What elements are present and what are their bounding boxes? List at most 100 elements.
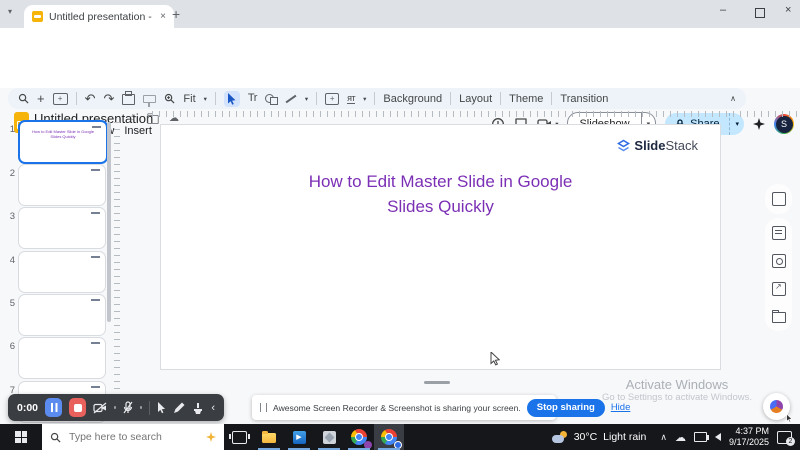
divider [215, 92, 216, 105]
slide-number: 1 [5, 124, 15, 135]
slide-thumbnail-6[interactable] [18, 337, 106, 379]
folder-icon[interactable] [772, 312, 786, 323]
layout-button[interactable]: Layout [459, 93, 492, 105]
placeholder-caret-icon[interactable]: ▾ [363, 95, 366, 103]
mic-options-dot[interactable] [140, 406, 142, 409]
menu-insert[interactable]: Insert [124, 125, 152, 137]
divider [149, 401, 150, 415]
speaker-notes-handle[interactable] [424, 381, 450, 384]
hide-link[interactable]: Hide [611, 402, 631, 413]
calendar-icon[interactable] [772, 192, 786, 206]
sharing-message: Awesome Screen Recorder & Screenshot is … [273, 403, 521, 413]
settings-icon[interactable] [772, 254, 786, 268]
weather-temp: 30°C [574, 431, 597, 443]
new-tab-button[interactable]: + [172, 6, 180, 22]
screen: ▾ Untitled presentation - Google × + – ×… [0, 0, 800, 450]
search-highlights-sparkle-icon [206, 432, 216, 442]
window-minimize-button[interactable]: – [720, 4, 726, 16]
tab-search-caret-icon[interactable]: ▾ [8, 7, 12, 16]
redo-icon[interactable]: ↷ [104, 92, 115, 105]
movies-tv-button[interactable]: ▶ [284, 424, 314, 450]
taskbar-clock[interactable]: 4:37 PM 9/17/2025 [729, 426, 769, 448]
onedrive-cloud-icon[interactable]: ☁ [675, 431, 686, 444]
chrome-active-button[interactable] [374, 424, 404, 450]
side-panel-group [765, 218, 792, 331]
cursor-tool-icon[interactable] [157, 402, 166, 414]
side-panel-top [765, 184, 792, 214]
photos-app-icon [323, 431, 336, 444]
slide-number: 3 [5, 211, 15, 222]
star-document-icon[interactable]: ☆ [128, 113, 137, 124]
theme-button[interactable]: Theme [509, 93, 543, 105]
slide-thumbnail-5[interactable] [18, 294, 106, 336]
contacts-icon[interactable] [772, 226, 786, 240]
select-tool-icon[interactable] [224, 91, 240, 107]
divider [316, 92, 317, 105]
tab-close-icon[interactable]: × [160, 11, 166, 22]
collapse-recorder-icon[interactable]: ‹ [211, 402, 215, 414]
action-center-icon[interactable]: 2 [777, 431, 792, 444]
slides-toolbar: + + ↶ ↷ Fit ▾ Tr ▾ + ят ▾ Background Lay… [8, 88, 746, 109]
shapes-icon[interactable] [265, 94, 277, 104]
zoom-fit-select[interactable]: Fit [183, 93, 195, 105]
slide-canvas[interactable]: SlideStack How to Edit Master Slide in G… [160, 124, 721, 370]
taskbar-weather[interactable]: 30°C Light rain [546, 424, 653, 450]
slide-thumbnail-2[interactable] [18, 164, 106, 206]
search-input[interactable] [67, 430, 176, 444]
windows-logo-icon [15, 431, 27, 443]
slide-title-text[interactable]: How to Edit Master Slide in Google Slide… [161, 169, 720, 219]
zoom-icon[interactable] [164, 93, 175, 104]
sharing-pause-icon[interactable] [260, 403, 267, 412]
activate-windows-watermark: Activate Windows Go to Settings to activ… [602, 377, 752, 403]
window-close-button[interactable]: × [785, 4, 791, 16]
line-caret-icon[interactable]: ▾ [305, 95, 308, 103]
movies-tv-icon: ▶ [293, 431, 306, 444]
insert-placeholder-icon[interactable]: ят [347, 94, 355, 104]
notification-count-badge: 2 [786, 437, 795, 446]
search-menus-icon[interactable] [18, 93, 29, 104]
file-explorer-button[interactable] [254, 424, 284, 450]
slide-number: 5 [5, 298, 15, 309]
volume-icon[interactable] [715, 433, 721, 441]
camera-off-icon[interactable] [93, 402, 107, 414]
slide-thumbnail-1[interactable]: How to Edit Master Slide in GoogleSlides… [18, 120, 108, 164]
chrome-button[interactable] [344, 424, 374, 450]
export-icon[interactable] [772, 282, 786, 296]
weather-icon [552, 432, 568, 443]
divider [500, 92, 501, 105]
stop-sharing-button[interactable]: Stop sharing [527, 399, 605, 417]
stop-recording-button[interactable] [69, 398, 86, 417]
account-avatar[interactable]: S [774, 114, 794, 134]
tray-expand-icon[interactable]: ∧ [660, 432, 667, 443]
browser-tab[interactable]: Untitled presentation - Google × [24, 5, 174, 28]
fit-caret-icon[interactable]: ▾ [204, 95, 207, 103]
photos-app-button[interactable] [314, 424, 344, 450]
line-tool-icon[interactable] [285, 94, 296, 103]
pause-recording-button[interactable] [45, 398, 62, 417]
filmstrip-scrollbar[interactable] [107, 122, 111, 322]
insert-image-icon[interactable]: + [325, 93, 339, 105]
undo-icon[interactable]: ↶ [85, 92, 96, 105]
file-explorer-icon [262, 433, 276, 443]
divider [551, 92, 552, 105]
mic-off-icon[interactable] [123, 401, 133, 414]
thumb-logo-mark [91, 299, 100, 301]
new-slide-icon[interactable]: + [53, 93, 68, 105]
text-box-icon[interactable]: Tr [248, 93, 257, 104]
camera-options-dot[interactable] [114, 406, 116, 409]
taskbar-search[interactable] [42, 424, 224, 450]
thumb-logo-mark [91, 342, 100, 344]
window-maximize-button[interactable] [755, 8, 765, 18]
task-view-button[interactable] [224, 424, 254, 450]
background-button[interactable]: Background [383, 93, 442, 105]
toolbar-collapse-icon[interactable]: ∧ [730, 94, 736, 103]
pen-tool-icon[interactable] [173, 402, 185, 414]
quick-add-icon[interactable]: + [37, 92, 45, 105]
gemini-sparkle-icon[interactable] [753, 118, 765, 130]
transition-button[interactable]: Transition [560, 93, 608, 105]
slide-thumbnail-4[interactable] [18, 251, 106, 293]
print-icon[interactable] [122, 94, 135, 105]
slide-thumbnail-3[interactable] [18, 207, 106, 249]
brush-tool-icon[interactable] [192, 402, 204, 414]
start-button[interactable] [0, 424, 42, 450]
